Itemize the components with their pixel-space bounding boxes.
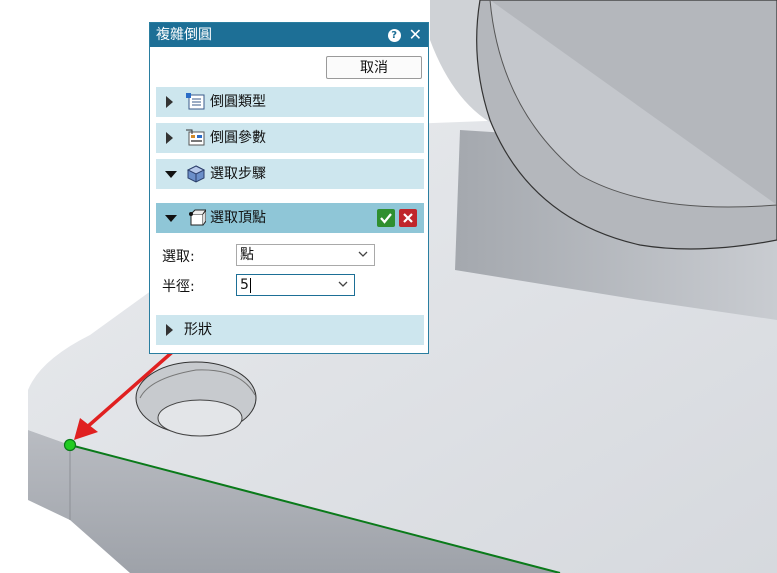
- section-selection-steps[interactable]: 選取步驟: [156, 159, 424, 189]
- reject-x-button[interactable]: [399, 209, 417, 227]
- help-icon[interactable]: ?: [387, 28, 401, 42]
- section-label: 形狀: [184, 322, 212, 338]
- select-type-value: 點: [240, 247, 254, 263]
- selected-vertex-point[interactable]: [63, 438, 77, 452]
- dialog-titlebar[interactable]: 複雜倒圓 ? ✕: [150, 23, 428, 47]
- radius-field-label: 半徑:: [162, 279, 195, 295]
- section-shape[interactable]: 形狀: [156, 315, 424, 345]
- collapse-arrow-icon: [165, 171, 177, 178]
- section-label: 選取頂點: [210, 210, 266, 226]
- select-field-label: 選取:: [162, 249, 195, 265]
- section-label: 倒圓參數: [210, 130, 266, 146]
- complex-fillet-dialog: 複雜倒圓 ? ✕ 取消 倒圓類型 倒圓參數 選取步驟 選取頂點 選取: 點 半徑…: [149, 22, 429, 354]
- fillet-type-icon: [186, 93, 205, 110]
- cube-icon: [186, 165, 206, 183]
- expand-arrow-icon: [166, 324, 173, 336]
- fillet-params-icon: [186, 129, 205, 146]
- chevron-down-icon: [358, 251, 368, 257]
- section-label: 選取步驟: [210, 166, 266, 182]
- section-fillet-type[interactable]: 倒圓類型: [156, 87, 424, 117]
- expand-arrow-icon: [166, 132, 173, 144]
- radius-input[interactable]: 5: [236, 274, 355, 296]
- close-icon[interactable]: ✕: [409, 27, 422, 43]
- section-select-vertex[interactable]: 選取頂點: [156, 203, 424, 233]
- text-caret: [249, 277, 251, 293]
- confirm-check-button[interactable]: [377, 209, 395, 227]
- section-fillet-params[interactable]: 倒圓參數: [156, 123, 424, 153]
- vertex-select-icon: [189, 209, 206, 226]
- check-icon: [380, 213, 392, 224]
- expand-arrow-icon: [166, 96, 173, 108]
- chevron-down-icon[interactable]: [338, 281, 348, 288]
- cancel-button[interactable]: 取消: [326, 56, 422, 79]
- collapse-arrow-icon: [165, 215, 177, 222]
- dialog-title: 複雜倒圓: [156, 27, 212, 43]
- x-icon: [403, 213, 413, 223]
- select-type-dropdown[interactable]: 點: [236, 244, 375, 266]
- section-label: 倒圓類型: [210, 94, 266, 110]
- radius-value: 5: [240, 277, 249, 293]
